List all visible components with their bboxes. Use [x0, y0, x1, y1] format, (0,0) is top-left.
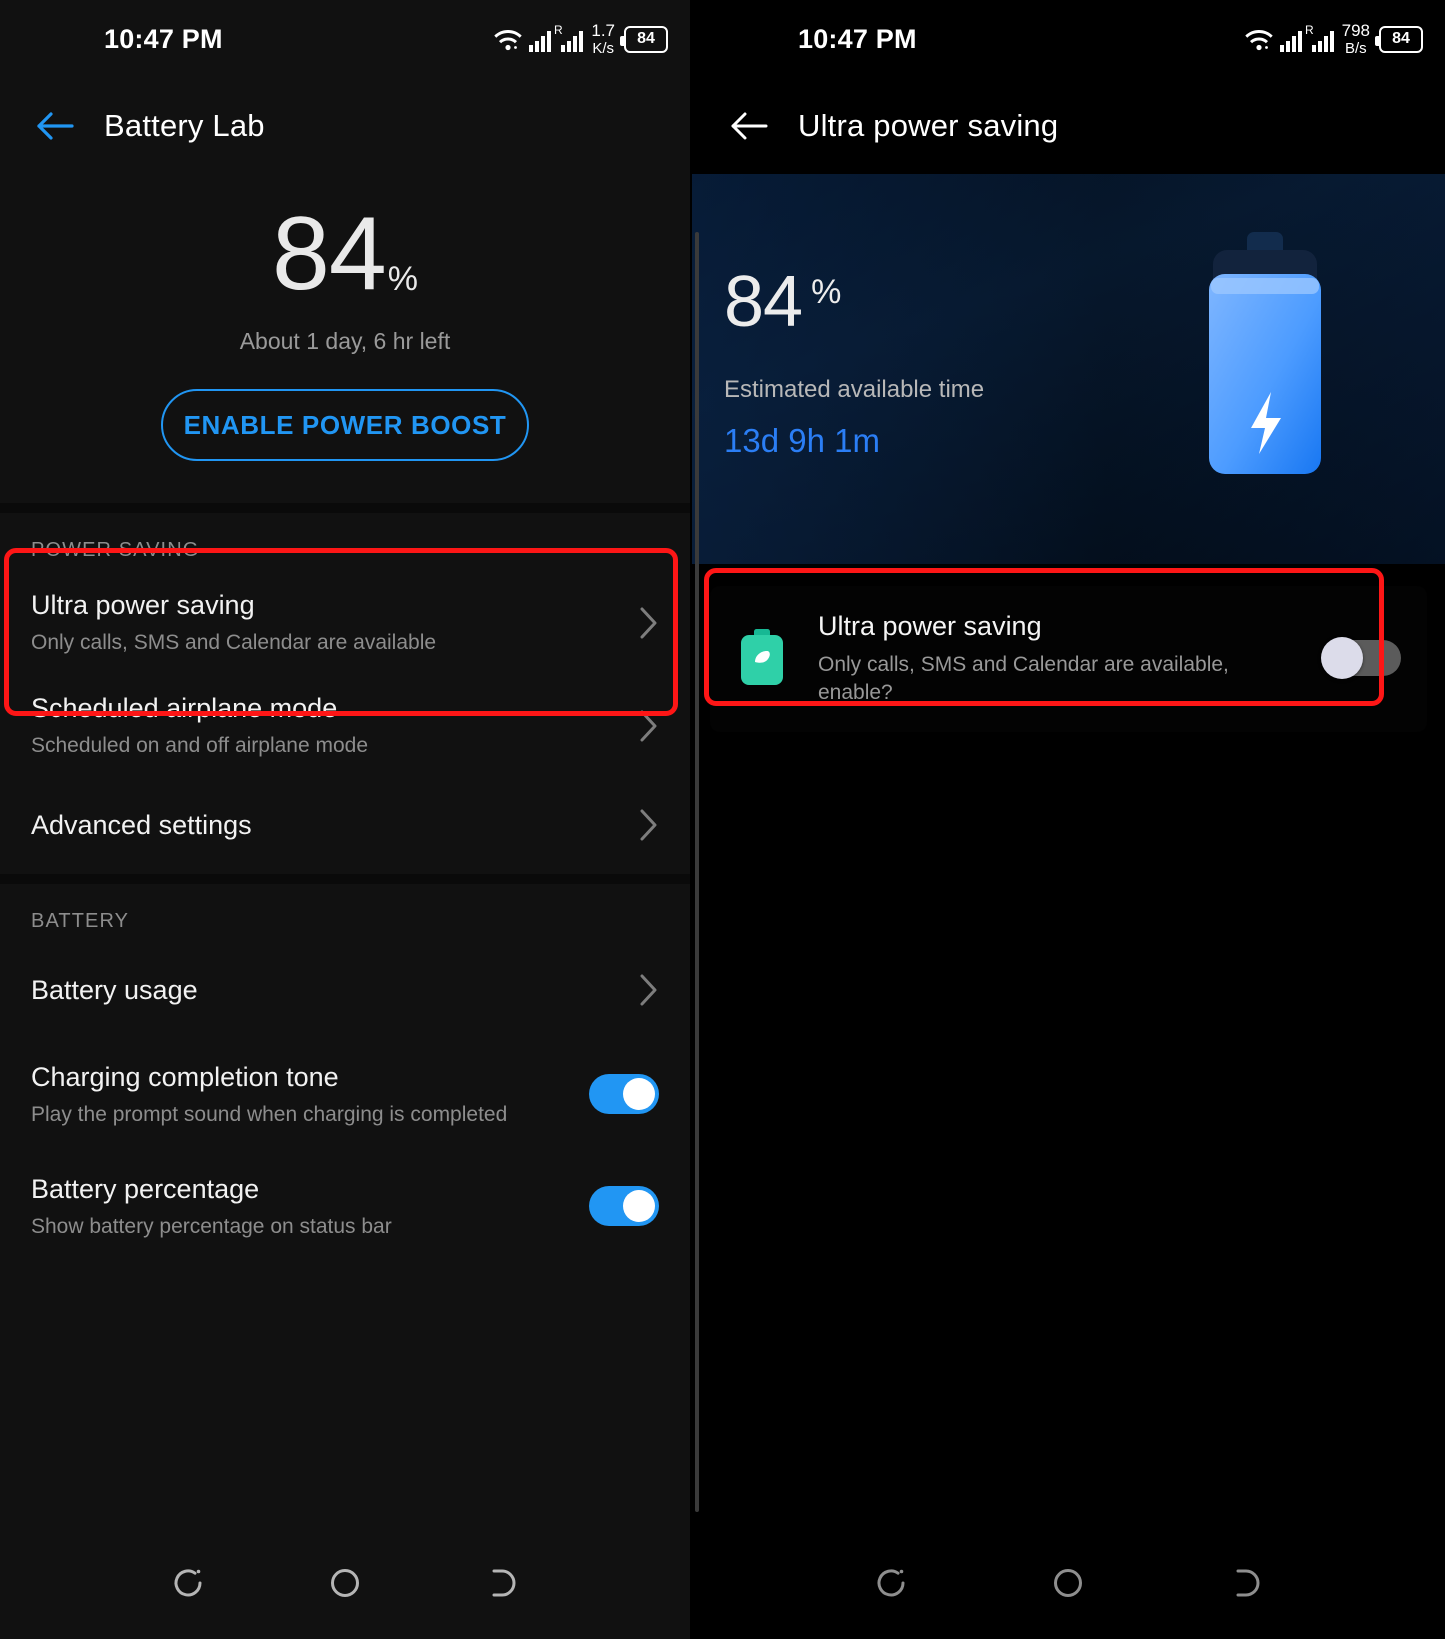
network-speed-value: 798 [1341, 21, 1370, 40]
row-title: Charging completion tone [31, 1061, 339, 1092]
status-battery-icon: 84 [1375, 25, 1423, 53]
enable-power-boost-button[interactable]: ENABLE POWER BOOST [161, 389, 529, 461]
row-title: Battery usage [31, 974, 198, 1005]
estimated-time-value: 13d 9h 1m [724, 422, 880, 459]
battery-percent-display: 84 % [724, 266, 984, 338]
chevron-right-icon [640, 710, 657, 742]
row-subtitle: Scheduled on and off airplane mode [31, 734, 369, 758]
network-speed-value: 1.7 [591, 21, 615, 40]
card-text: Ultra power saving Only calls, SMS and C… [818, 610, 1305, 706]
row-battery-percentage[interactable]: Battery percentage Show battery percenta… [0, 1151, 690, 1263]
row-text: Ultra power saving Only calls, SMS and C… [31, 590, 625, 655]
card-subtitle: Only calls, SMS and Calendar are availab… [818, 653, 1229, 704]
row-title: Advanced settings [31, 809, 252, 840]
row-text: Battery usage [31, 975, 625, 1006]
svg-text:R: R [1305, 24, 1314, 37]
row-subtitle: Show battery percentage on status bar [31, 1214, 392, 1238]
card-ultra-power-saving[interactable]: Ultra power saving Only calls, SMS and C… [710, 586, 1427, 732]
toggle-battery-percentage[interactable] [589, 1186, 659, 1227]
toggle-ultra-power-saving[interactable] [1321, 636, 1401, 679]
status-bar-clock: 10:47 PM [798, 23, 917, 54]
status-bar-clock: 10:47 PM [104, 23, 223, 54]
left-nav-bar [0, 1527, 690, 1639]
wifi-icon [1244, 30, 1273, 51]
back-arrow-icon[interactable] [728, 105, 770, 147]
status-bar-icons: R 1.7 K/s 84 [493, 22, 668, 56]
svg-text:R: R [554, 24, 563, 37]
chevron-right-icon [640, 809, 657, 841]
home-circle-icon[interactable] [1048, 1563, 1088, 1603]
recents-icon[interactable] [871, 1563, 911, 1603]
status-battery-icon: 84 [620, 25, 668, 53]
battery-percent-symbol: % [811, 273, 842, 311]
network-speed-unit: B/s [1344, 40, 1367, 57]
right-status-bar: 10:47 PM R 798 B/s 84 [692, 0, 1445, 78]
home-circle-icon[interactable] [325, 1563, 365, 1603]
chevron-right-icon [640, 607, 657, 639]
left-phone-screen: 10:47 PM R 1.7 K/s 84 Battery Lab 84 % A… [0, 0, 690, 1639]
status-battery-level: 84 [1392, 30, 1410, 47]
back-nav-icon[interactable] [482, 1563, 522, 1603]
section-header-battery: BATTERY [31, 910, 130, 933]
ultra-power-saving-card-wrap: Ultra power saving Only calls, SMS and C… [692, 564, 1445, 732]
row-text: Charging completion tone Play the prompt… [31, 1062, 575, 1127]
recents-icon[interactable] [168, 1563, 208, 1603]
dual-screenshot-comparison: 10:47 PM R 1.7 K/s 84 Battery Lab 84 % A… [0, 0, 1445, 1639]
cellular-signal-icon: R [529, 24, 584, 52]
right-app-bar: Ultra power saving [692, 78, 1445, 174]
network-speed-unit: K/s [592, 40, 615, 57]
row-subtitle: Only calls, SMS and Calendar are availab… [31, 631, 437, 655]
page-title: Battery Lab [104, 108, 265, 143]
left-status-bar: 10:47 PM R 1.7 K/s 84 [0, 0, 690, 78]
battery-charging-illustration [1209, 232, 1321, 474]
row-title: Scheduled airplane mode [31, 693, 338, 724]
battery-percent-value: 84 [272, 196, 387, 312]
row-title: Ultra power saving [31, 590, 255, 620]
page-title: Ultra power saving [798, 108, 1059, 143]
green-battery-leaf-icon [741, 628, 783, 685]
row-text: Scheduled airplane mode Scheduled on and… [31, 693, 625, 758]
row-scheduled-airplane-mode[interactable]: Scheduled airplane mode Scheduled on and… [0, 675, 690, 778]
row-battery-usage[interactable]: Battery usage [0, 943, 690, 1039]
status-battery-level: 84 [637, 30, 655, 47]
battery-percent-value: 84 [724, 262, 803, 342]
row-ultra-power-saving[interactable]: Ultra power saving Only calls, SMS and C… [0, 572, 690, 675]
ultra-power-saving-hero: 84 % Estimated available time 13d 9h 1m [692, 174, 1445, 564]
row-text: Advanced settings [31, 810, 625, 841]
back-arrow-icon[interactable] [34, 105, 76, 147]
power-saving-section: POWER SAVING Ultra power saving Only cal… [0, 513, 690, 875]
wifi-icon [494, 30, 523, 51]
right-nav-bar [692, 1527, 1445, 1639]
estimated-time-label: Estimated available time [724, 376, 985, 403]
row-text: Battery percentage Show battery percenta… [31, 1174, 575, 1239]
row-title: Battery percentage [31, 1173, 260, 1204]
toggle-charging-completion-tone[interactable] [589, 1074, 659, 1115]
card-title: Ultra power saving [818, 611, 1042, 641]
right-phone-screen: 10:47 PM R 798 B/s 84 Ultra power saving… [690, 0, 1445, 1639]
battery-percent-symbol: % [387, 260, 418, 298]
chevron-right-icon [640, 974, 657, 1006]
network-speed-indicator: 1.7 K/s [591, 22, 615, 56]
network-speed-indicator: 798 B/s [1342, 22, 1370, 56]
section-divider [0, 874, 690, 885]
status-bar-icons: R 798 B/s 84 [1244, 22, 1423, 56]
cellular-signal-icon: R [1279, 24, 1334, 52]
page-scroll-indicator[interactable] [695, 232, 699, 1512]
row-subtitle: Play the prompt sound when charging is c… [31, 1102, 508, 1126]
row-advanced-settings[interactable]: Advanced settings [0, 778, 690, 874]
back-nav-icon[interactable] [1226, 1563, 1266, 1603]
battery-time-left: About 1 day, 6 hr left [239, 328, 451, 354]
battery-percent-display: 84 % [0, 202, 690, 306]
left-app-bar: Battery Lab [0, 78, 690, 174]
hero-text-block: 84 % Estimated available time 13d 9h 1m [724, 266, 984, 460]
section-header-power-saving: POWER SAVING [31, 539, 200, 561]
section-divider [0, 503, 690, 513]
battery-section: BATTERY Battery usage Charging completio… [0, 884, 690, 1264]
row-charging-completion-tone[interactable]: Charging completion tone Play the prompt… [0, 1039, 690, 1151]
battery-hero-panel: 84 % About 1 day, 6 hr left ENABLE POWER… [0, 174, 690, 503]
